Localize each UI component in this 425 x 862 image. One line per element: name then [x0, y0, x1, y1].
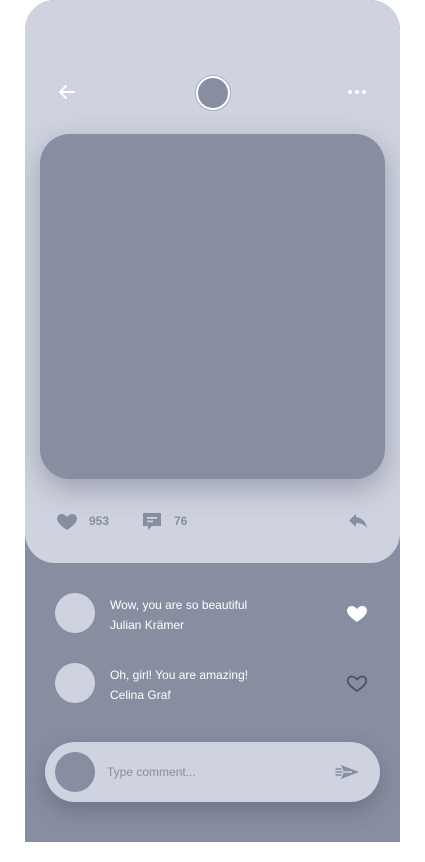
post-card: 953 76 [25, 0, 400, 563]
commenter-avatar[interactable] [55, 593, 95, 633]
comment-icon[interactable] [140, 509, 164, 533]
heart-filled-icon[interactable] [345, 601, 369, 625]
send-icon[interactable] [335, 760, 361, 784]
comment-author[interactable]: Julian Krämer [110, 615, 247, 635]
heart-icon[interactable] [55, 509, 79, 533]
post-image[interactable] [40, 134, 385, 479]
back-arrow-icon[interactable] [55, 80, 79, 104]
heart-outline-icon[interactable] [345, 671, 369, 695]
comment-item: Oh, girl! You are amazing! Celina Graf [55, 663, 385, 703]
likes-count: 953 [89, 514, 110, 528]
more-options-icon[interactable] [345, 80, 369, 104]
comment-composer [45, 742, 380, 802]
comments-count: 76 [174, 514, 188, 528]
phone-screen: 953 76 Wow, you are so beautiful Julian … [25, 0, 400, 842]
user-avatar [55, 752, 95, 792]
reply-icon[interactable] [346, 509, 370, 533]
comment-input[interactable] [107, 760, 307, 784]
commenter-avatar[interactable] [55, 663, 95, 703]
comment-author[interactable]: Celina Graf [110, 685, 248, 705]
comment-text: Wow, you are so beautiful [110, 598, 248, 612]
comment-item: Wow, you are so beautiful Julian Krämer [55, 593, 385, 633]
author-avatar[interactable] [196, 76, 230, 110]
comment-text: Oh, girl! You are amazing! [110, 668, 249, 682]
post-actions: 953 76 [25, 506, 400, 536]
